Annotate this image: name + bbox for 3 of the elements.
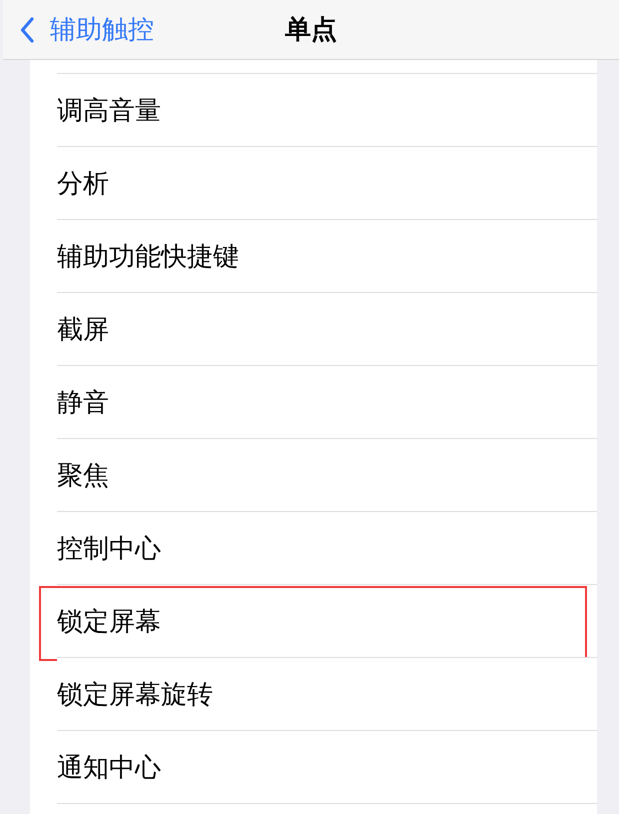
back-icon [20,16,34,42]
nav-title: 单点 [285,14,337,46]
back-button[interactable]: 辅助触控 [3,14,154,46]
